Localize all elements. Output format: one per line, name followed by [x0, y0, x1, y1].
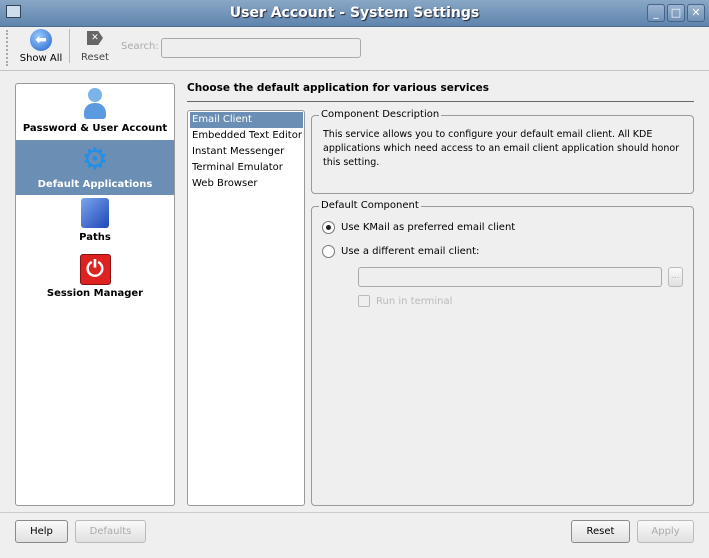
component-description-group: Component Description This service allow…: [311, 109, 694, 194]
toolbar-handle[interactable]: [6, 30, 10, 66]
radio-unchecked-icon: [322, 245, 335, 258]
category-default-applications[interactable]: ⚙ Default Applications: [16, 140, 174, 195]
radio-checked-icon: [322, 221, 335, 234]
title-bar: User Account - System Settings _ □ ✕: [0, 0, 709, 27]
browse-button[interactable]: ...: [668, 267, 683, 287]
service-item[interactable]: Web Browser: [190, 176, 303, 192]
reset-button[interactable]: Reset: [571, 520, 630, 543]
service-item[interactable]: Instant Messenger: [190, 144, 303, 160]
description-text: This service allows you to configure you…: [323, 129, 680, 168]
client-command-input[interactable]: [358, 267, 662, 287]
checkbox-icon: [358, 295, 370, 307]
reset-toolbar-button[interactable]: ✕ Reset: [76, 31, 114, 63]
filing-cabinet-icon: [81, 198, 109, 228]
radio-label: Use KMail as preferred email client: [341, 222, 516, 233]
reset-label: Reset: [81, 52, 109, 63]
search-label: Search:: [121, 41, 159, 52]
toolbar-separator: [69, 29, 70, 63]
different-client-radio[interactable]: Use a different email client:: [322, 245, 479, 258]
default-component-group: Default Component Use KMail as preferred…: [311, 200, 694, 506]
defaults-button[interactable]: Defaults: [75, 520, 146, 543]
user-icon: [84, 88, 106, 120]
close-button[interactable]: ✕: [687, 4, 705, 22]
search-input[interactable]: [161, 38, 361, 58]
category-label: Session Manager: [46, 288, 144, 299]
category-paths[interactable]: Paths: [16, 198, 174, 250]
run-in-terminal-checkbox[interactable]: Run in terminal: [358, 295, 452, 307]
apply-button[interactable]: Apply: [637, 520, 694, 543]
show-all-label: Show All: [19, 53, 63, 64]
category-session-manager[interactable]: ⏻ Session Manager: [16, 254, 174, 306]
clear-icon: ✕: [87, 31, 103, 45]
window-title: User Account - System Settings: [229, 5, 480, 21]
heading-divider: [187, 101, 694, 102]
page-heading: Choose the default application for vario…: [187, 82, 490, 94]
group-legend: Default Component: [319, 200, 421, 211]
checkbox-label: Run in terminal: [376, 295, 453, 307]
maximize-button[interactable]: □: [667, 4, 685, 22]
toolbar-divider: [0, 70, 709, 71]
gear-icon: ⚙: [81, 142, 109, 177]
help-button[interactable]: Help: [15, 520, 68, 543]
service-item[interactable]: Email Client: [190, 112, 303, 128]
minimize-button[interactable]: _: [647, 4, 665, 22]
footer-divider: [0, 512, 709, 513]
group-legend: Component Description: [319, 109, 442, 120]
radio-label: Use a different email client:: [341, 246, 480, 257]
category-label: Paths: [79, 232, 111, 243]
category-password-user-account[interactable]: Password & User Account: [16, 88, 174, 140]
service-item[interactable]: Terminal Emulator: [190, 160, 303, 176]
category-label: Password & User Account: [22, 123, 168, 134]
service-list[interactable]: Email Client Embedded Text Editor Instan…: [187, 110, 305, 506]
category-list: Password & User Account ⚙ Default Applic…: [15, 83, 175, 506]
back-arrow-icon: ⬅: [30, 29, 52, 51]
show-all-button[interactable]: ⬅ Show All: [17, 29, 65, 64]
service-item[interactable]: Embedded Text Editor: [190, 128, 303, 144]
power-icon: ⏻: [79, 254, 111, 285]
category-label: Default Applications: [37, 179, 153, 190]
kmail-radio[interactable]: Use KMail as preferred email client: [322, 221, 515, 234]
